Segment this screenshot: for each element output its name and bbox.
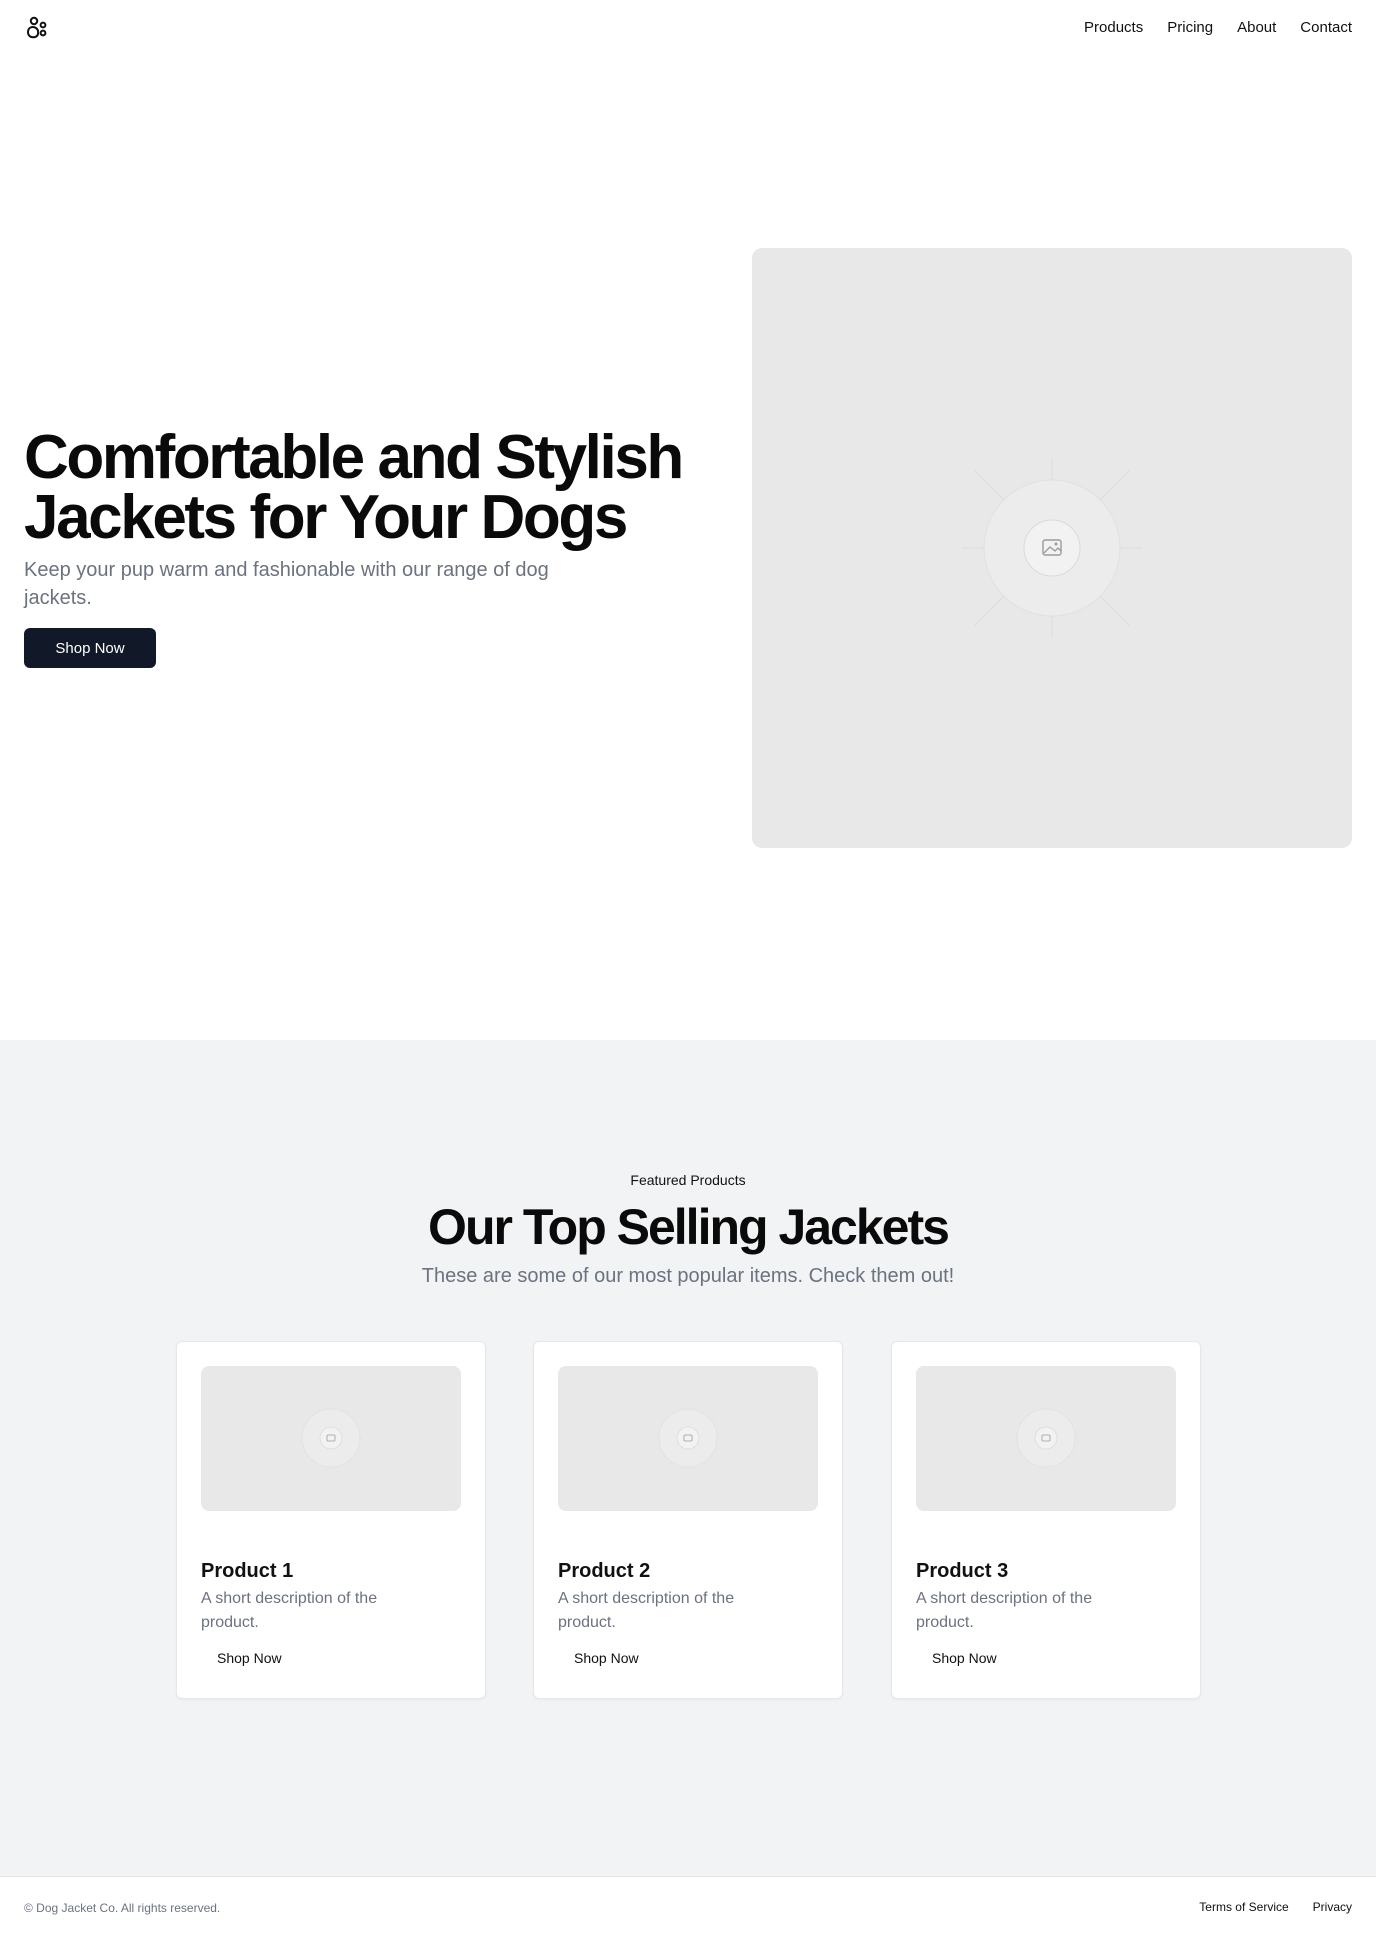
site-footer: © Dog Jacket Co. All rights reserved. Te… bbox=[0, 1876, 1376, 1941]
copyright-text: © Dog Jacket Co. All rights reserved. bbox=[24, 1901, 221, 1915]
image-placeholder-icon bbox=[962, 458, 1142, 638]
hero-title: Comfortable and Stylish Jackets for Your… bbox=[24, 423, 684, 552]
paw-logo-icon[interactable] bbox=[24, 16, 50, 42]
image-placeholder-icon bbox=[657, 1408, 719, 1469]
featured-subtitle: These are some of our most popular items… bbox=[421, 1265, 955, 1287]
hero-shop-now-button[interactable]: Shop Now bbox=[24, 628, 156, 668]
product-title: Product 3 bbox=[916, 1560, 1009, 1582]
product-image-placeholder bbox=[201, 1366, 461, 1511]
nav-contact[interactable]: Contact bbox=[1300, 18, 1352, 38]
footer-link-privacy[interactable]: Privacy bbox=[1313, 1900, 1352, 1914]
site-header: Products Pricing About Contact bbox=[0, 0, 1376, 56]
nav-pricing[interactable]: Pricing bbox=[1167, 18, 1213, 38]
product-image-placeholder bbox=[916, 1366, 1176, 1511]
product-image-placeholder bbox=[558, 1366, 818, 1511]
product-shop-now-button[interactable]: Shop Now bbox=[916, 1644, 1013, 1672]
image-placeholder-icon bbox=[1015, 1408, 1077, 1469]
product-title: Product 2 bbox=[558, 1560, 651, 1582]
main-nav: Products Pricing About Contact bbox=[1084, 18, 1352, 38]
product-description: A short description of the product. bbox=[201, 1590, 378, 1631]
product-description: A short description of the product. bbox=[558, 1590, 735, 1631]
nav-about[interactable]: About bbox=[1237, 18, 1276, 38]
product-card-1: Product 1 A short description of the pro… bbox=[176, 1341, 486, 1699]
product-card-3: Product 3 A short description of the pro… bbox=[891, 1341, 1201, 1699]
image-placeholder-icon bbox=[300, 1408, 362, 1469]
nav-products[interactable]: Products bbox=[1084, 18, 1143, 38]
product-shop-now-button[interactable]: Shop Now bbox=[201, 1644, 298, 1672]
product-description: A short description of the product. bbox=[916, 1590, 1093, 1631]
hero-subtitle: Keep your pup warm and fashionable with … bbox=[24, 559, 549, 609]
featured-eyebrow: Featured Products bbox=[630, 1172, 746, 1188]
product-shop-now-button[interactable]: Shop Now bbox=[558, 1644, 655, 1672]
hero-image-placeholder bbox=[752, 248, 1352, 848]
featured-title: Our Top Selling Jackets bbox=[428, 1199, 950, 1255]
footer-links: Terms of Service Privacy bbox=[1199, 1900, 1352, 1914]
product-card-2: Product 2 A short description of the pro… bbox=[533, 1341, 843, 1699]
footer-link-terms[interactable]: Terms of Service bbox=[1199, 1900, 1288, 1914]
product-title: Product 1 bbox=[201, 1560, 294, 1582]
